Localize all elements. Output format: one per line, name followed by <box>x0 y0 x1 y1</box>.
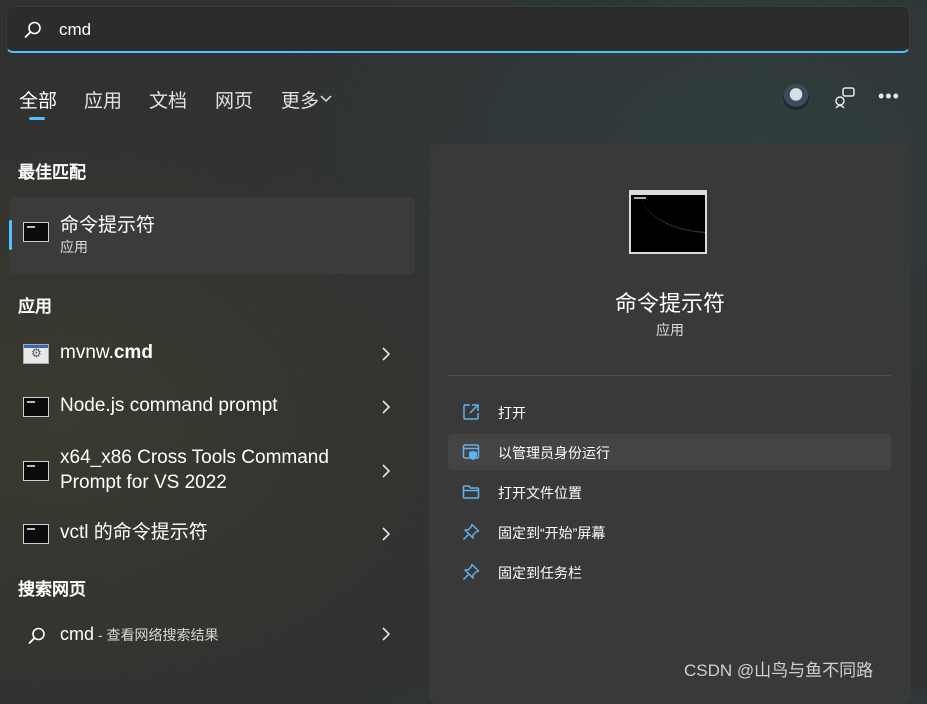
tab-documents[interactable]: 文档 <box>149 86 187 113</box>
cmd-icon <box>23 524 49 544</box>
app-name: Node.js command prompt <box>60 395 278 416</box>
tab-more[interactable]: 更多 <box>281 86 319 113</box>
admin-shield-icon <box>462 444 480 460</box>
open-action[interactable]: 打开 <box>448 394 891 430</box>
settings-file-icon <box>23 344 49 364</box>
more-options-icon[interactable]: ••• <box>878 86 900 107</box>
tab-web[interactable]: 网页 <box>215 86 253 113</box>
cmd-large-icon <box>629 190 707 254</box>
app-item-x64-x86-cross-tools[interactable]: x64_x86 Cross Tools Command Prompt for V… <box>9 442 415 498</box>
avatar[interactable] <box>783 84 809 110</box>
chevron-down-icon[interactable] <box>320 92 332 104</box>
chevron-right-icon[interactable] <box>380 347 392 361</box>
app-name: mvnw.cmd <box>60 342 153 363</box>
search-icon <box>24 21 41 38</box>
selection-indicator <box>9 220 12 250</box>
folder-icon <box>462 485 480 499</box>
search-input[interactable] <box>57 17 661 43</box>
app-name: vctl 的命令提示符 <box>60 522 208 543</box>
web-search-query: cmd - 查看网络搜索结果 <box>60 624 219 644</box>
app-name: x64_x86 Cross Tools Command Prompt for V… <box>60 447 329 493</box>
web-search-heading: 搜索网页 <box>18 580 86 599</box>
detail-subtitle: 应用 <box>656 322 684 338</box>
chevron-right-icon[interactable] <box>380 400 392 414</box>
search-icon <box>28 627 45 644</box>
pin-icon <box>462 523 480 541</box>
chevron-right-icon[interactable] <box>380 627 392 641</box>
open-file-location-action[interactable]: 打开文件位置 <box>448 474 891 510</box>
watermark: CSDN @山鸟与鱼不同路 <box>684 661 874 680</box>
cmd-icon <box>23 397 49 417</box>
app-item-nodejs-prompt[interactable]: Node.js command prompt <box>9 386 415 426</box>
chevron-right-icon[interactable] <box>380 464 392 478</box>
best-match-item[interactable]: 命令提示符 应用 <box>9 197 415 274</box>
best-match-heading: 最佳匹配 <box>18 163 86 182</box>
tab-apps[interactable]: 应用 <box>84 86 122 113</box>
chevron-right-icon[interactable] <box>380 527 392 541</box>
apps-heading: 应用 <box>18 297 52 316</box>
detail-title: 命令提示符 <box>614 291 725 316</box>
cmd-icon <box>23 222 49 242</box>
search-box[interactable] <box>6 6 910 53</box>
app-item-vctl-prompt[interactable]: vctl 的命令提示符 <box>9 513 415 553</box>
cmd-icon <box>23 461 49 481</box>
divider <box>448 375 891 376</box>
pin-to-taskbar-action[interactable]: 固定到任务栏 <box>448 554 891 590</box>
tab-all[interactable]: 全部 <box>19 86 57 113</box>
open-icon <box>463 404 479 420</box>
app-item-mvnw[interactable]: mvnw.cmd <box>9 333 415 373</box>
active-tab-indicator <box>29 117 45 120</box>
pin-icon <box>462 563 480 581</box>
pin-to-start-action[interactable]: 固定到“开始”屏幕 <box>448 514 891 550</box>
run-as-admin-action[interactable]: 以管理员身份运行 <box>448 434 891 470</box>
best-match-subtitle: 应用 <box>60 239 88 255</box>
web-search-item[interactable]: cmd - 查看网络搜索结果 <box>9 618 415 654</box>
feedback-icon[interactable] <box>833 85 857 109</box>
best-match-title: 命令提示符 <box>60 215 156 236</box>
